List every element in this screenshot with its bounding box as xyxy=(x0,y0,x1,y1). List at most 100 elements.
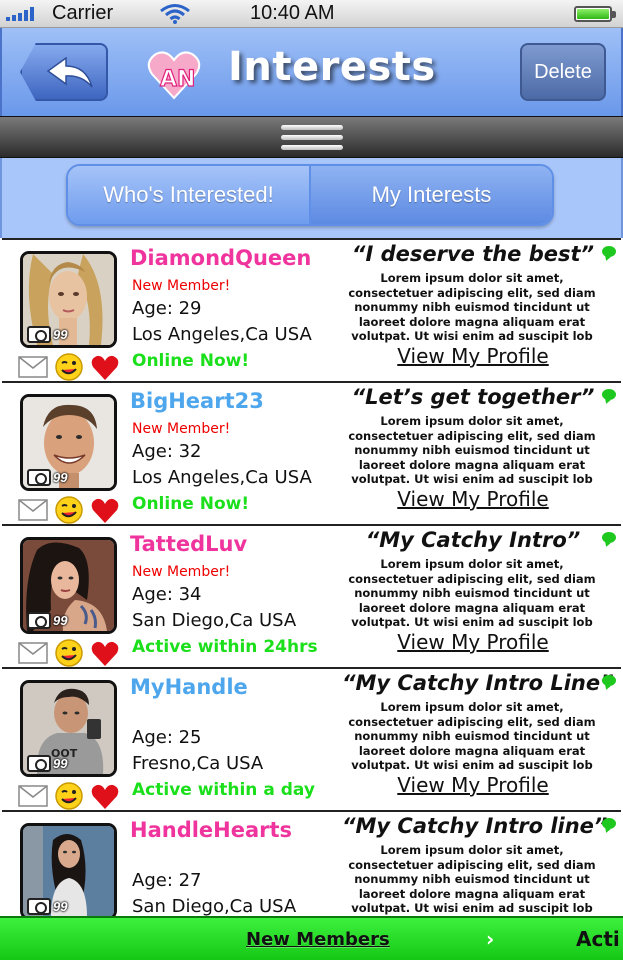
username[interactable]: TattedLuv xyxy=(130,532,247,556)
delete-button[interactable]: Delete xyxy=(520,43,606,101)
profile-photo[interactable]: OOT 99 xyxy=(20,680,117,777)
age-label: Age: 25 xyxy=(132,727,202,748)
username[interactable]: BigHeart23 xyxy=(130,389,264,413)
row-actions xyxy=(18,781,120,811)
new-member-badge: New Member! xyxy=(132,421,231,437)
username[interactable]: HandleHearts xyxy=(130,818,292,842)
heart-icon[interactable] xyxy=(90,352,120,382)
chat-bubble-icon[interactable] xyxy=(602,818,616,829)
profile-row[interactable]: 99 HandleHearts Age: 27 San Diego,Ca USA… xyxy=(2,810,621,916)
wink-emoji-icon[interactable] xyxy=(54,352,84,382)
view-profile-link[interactable]: View My Profile xyxy=(342,630,604,654)
username[interactable]: MyHandle xyxy=(130,675,248,699)
heart-icon[interactable] xyxy=(90,638,120,668)
profile-photo[interactable]: 99 xyxy=(20,537,117,634)
username[interactable]: DiamondQueen xyxy=(130,246,311,270)
camera-icon xyxy=(27,612,51,629)
status-bar: Carrier 10:40 AM xyxy=(0,0,623,28)
profile-photo[interactable]: 99 xyxy=(20,823,117,916)
wifi-icon xyxy=(160,4,190,24)
profile-description: Lorem ipsum dolor sit amet, consectetuer… xyxy=(348,414,596,486)
intro-headline: “My Catchy Intro” xyxy=(365,528,581,552)
age-label: Age: 32 xyxy=(132,441,202,462)
row-actions xyxy=(18,638,120,668)
tab-my-interests[interactable]: My Interests xyxy=(311,166,552,224)
age-label: Age: 34 xyxy=(132,584,202,605)
online-status: Online Now! xyxy=(132,351,250,371)
camera-icon xyxy=(27,469,51,486)
new-member-badge: New Member! xyxy=(132,278,231,294)
profile-row[interactable]: 99 BigHeart23 New Member! Age: 32 Los An… xyxy=(2,381,621,524)
active-tab[interactable]: Acti xyxy=(576,927,620,951)
bottom-filter-bar: New Members › Acti xyxy=(0,916,623,960)
mail-icon[interactable] xyxy=(18,499,48,521)
menu-drawer-bar[interactable] xyxy=(0,116,623,158)
camera-icon xyxy=(27,898,51,915)
intro-headline: “My Catchy Intro line” xyxy=(342,814,608,838)
profile-description: Lorem ipsum dolor sit amet, consectetuer… xyxy=(348,700,596,772)
chat-bubble-icon[interactable] xyxy=(602,675,616,686)
back-arrow-icon xyxy=(46,57,93,88)
chat-bubble-icon[interactable] xyxy=(602,389,616,400)
intro-headline: “My Catchy Intro Line” xyxy=(342,671,614,695)
back-button[interactable] xyxy=(20,43,108,101)
tab-whos-interested[interactable]: Who's Interested! xyxy=(68,166,311,224)
online-status: Active within 24hrs xyxy=(132,637,318,657)
photo-count: 99 xyxy=(53,613,68,628)
carrier-label: Carrier xyxy=(52,2,114,24)
location-label: San Diego,Ca USA xyxy=(132,896,297,916)
page-title: Interests xyxy=(228,44,436,90)
wink-emoji-icon[interactable] xyxy=(54,495,84,525)
online-status: Active within a day xyxy=(132,780,315,800)
photo-count: 99 xyxy=(53,470,68,485)
view-profile-link[interactable]: View My Profile xyxy=(342,487,604,511)
battery-icon xyxy=(574,6,616,22)
online-status: Online Now! xyxy=(132,494,250,514)
chat-bubble-icon[interactable] xyxy=(602,246,616,257)
mail-icon[interactable] xyxy=(18,356,48,378)
chevron-right-icon[interactable]: › xyxy=(486,927,494,951)
location-label: San Diego,Ca USA xyxy=(132,610,297,631)
new-member-badge: New Member! xyxy=(132,564,231,580)
age-label: Age: 27 xyxy=(132,870,202,891)
intro-headline: “I deserve the best” xyxy=(351,242,595,266)
segmented-control: Who's Interested! My Interests xyxy=(66,164,554,226)
view-profile-link[interactable]: View My Profile xyxy=(342,344,604,368)
view-profile-link[interactable]: View My Profile xyxy=(342,773,604,797)
profile-photo[interactable]: 99 xyxy=(20,394,117,491)
mail-icon[interactable] xyxy=(18,642,48,664)
new-members-tab[interactable]: New Members xyxy=(246,929,390,950)
mail-icon[interactable] xyxy=(18,785,48,807)
location-label: Los Angeles,Ca USA xyxy=(132,467,312,488)
signal-icon xyxy=(6,7,34,21)
profile-row[interactable]: 99 TattedLuv New Member! Age: 34 San Die… xyxy=(2,524,621,667)
heart-icon[interactable] xyxy=(90,495,120,525)
age-label: Age: 29 xyxy=(132,298,202,319)
photo-count: 99 xyxy=(53,756,68,771)
profile-description: Lorem ipsum dolor sit amet, consectetuer… xyxy=(348,843,596,915)
hamburger-menu-icon[interactable] xyxy=(281,125,343,151)
wink-emoji-icon[interactable] xyxy=(54,638,84,668)
location-label: Los Angeles,Ca USA xyxy=(132,324,312,345)
camera-icon xyxy=(27,755,51,772)
logo-text: AN xyxy=(160,67,195,92)
header-bar: AN Interests Delete xyxy=(0,28,623,116)
heart-icon[interactable] xyxy=(90,781,120,811)
photo-count: 99 xyxy=(53,327,68,342)
photo-count: 99 xyxy=(53,899,68,914)
clock: 10:40 AM xyxy=(250,2,335,24)
tab-area: Who's Interested! My Interests xyxy=(0,158,623,238)
intro-headline: “Let’s get together” xyxy=(351,385,595,409)
profile-row[interactable]: 99 DiamondQueen New Member! Age: 29 Los … xyxy=(2,238,621,381)
row-actions xyxy=(18,495,120,525)
profile-photo[interactable]: 99 xyxy=(20,251,117,348)
chat-bubble-icon[interactable] xyxy=(602,532,616,543)
app-logo: AN xyxy=(147,51,201,100)
location-label: Fresno,Ca USA xyxy=(132,753,264,774)
profile-description: Lorem ipsum dolor sit amet, consectetuer… xyxy=(348,557,596,629)
profile-list: 99 DiamondQueen New Member! Age: 29 Los … xyxy=(0,238,623,916)
camera-icon xyxy=(27,326,51,343)
wink-emoji-icon[interactable] xyxy=(54,781,84,811)
profile-description: Lorem ipsum dolor sit amet, consectetuer… xyxy=(348,271,596,343)
profile-row[interactable]: OOT 99 MyHandle Age: 25 Fresno,Ca USA Ac… xyxy=(2,667,621,810)
